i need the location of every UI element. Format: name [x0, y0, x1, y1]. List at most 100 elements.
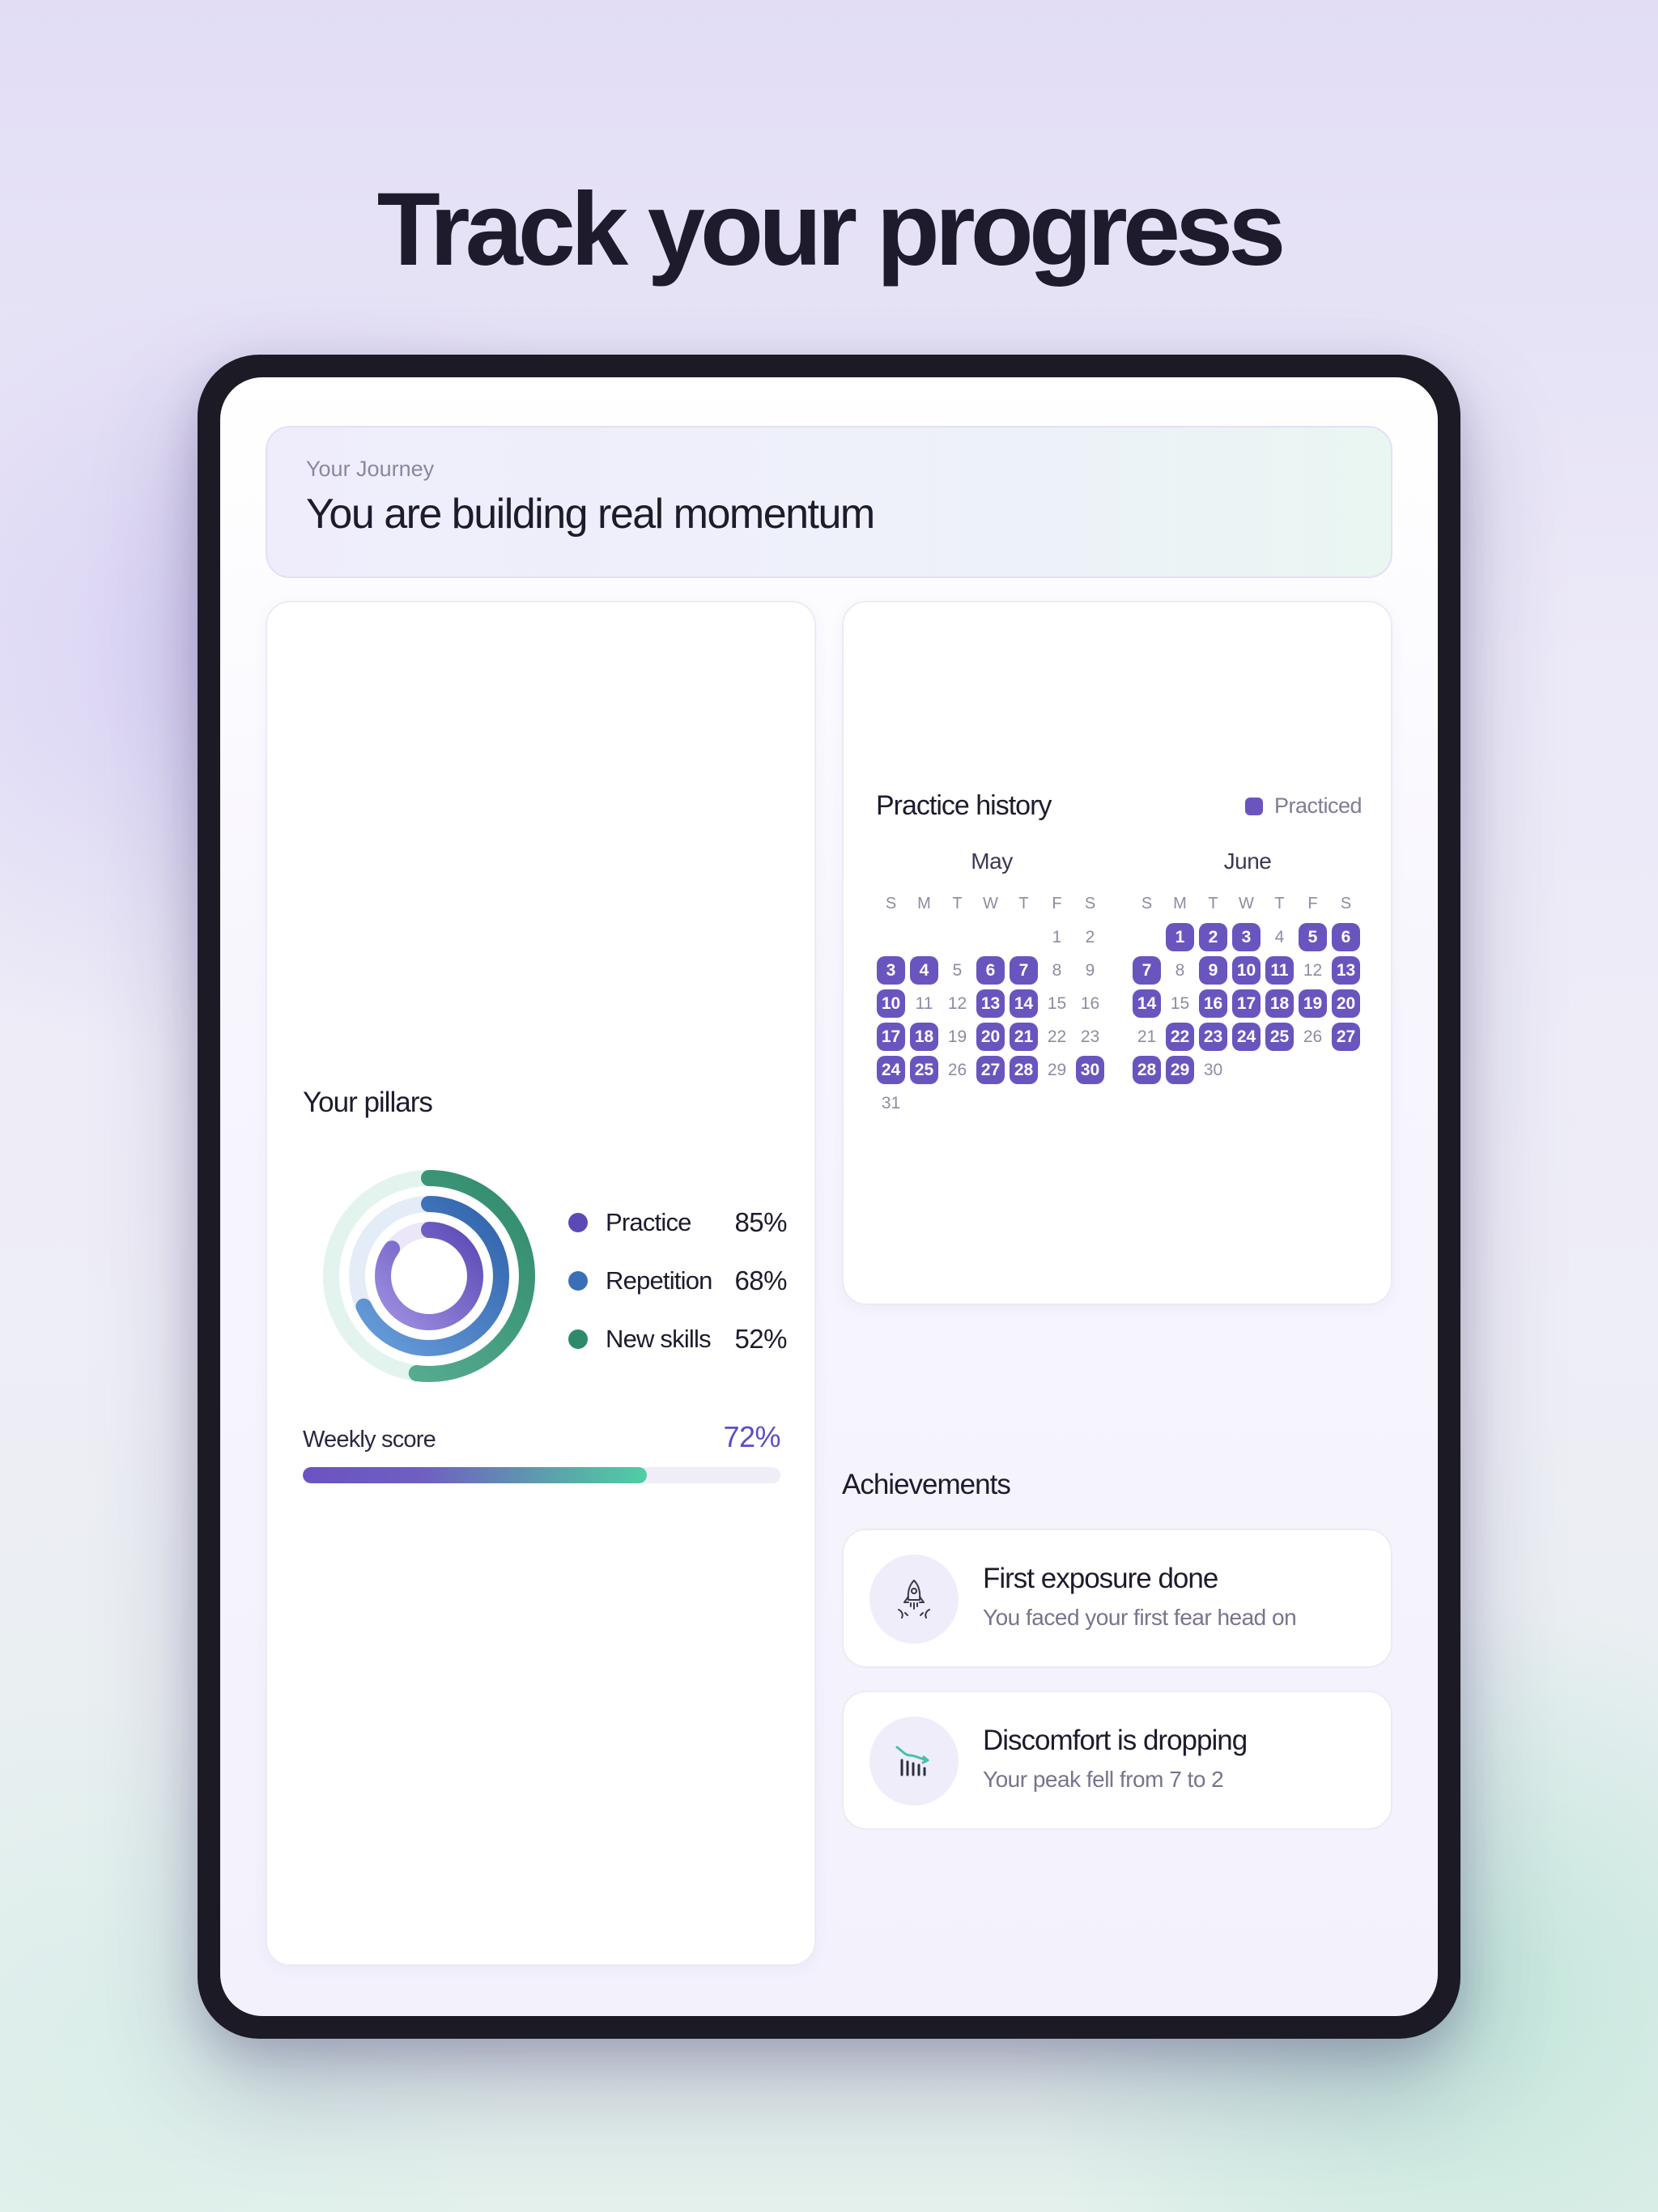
calendar-day-number: 21 [1010, 1023, 1038, 1051]
calendar-day-number: 1 [1166, 923, 1194, 951]
calendar-day-practiced[interactable]: 10 [1230, 954, 1263, 987]
calendar-day-practiced[interactable]: 23 [1197, 1020, 1230, 1053]
calendar-day-practiced[interactable]: 25 [1263, 1020, 1296, 1053]
calendar-day-practiced[interactable]: 24 [874, 1053, 908, 1087]
calendar-day-practiced[interactable]: 14 [1130, 987, 1163, 1020]
calendar-day-number: 5 [1299, 923, 1327, 951]
achievement-discomfort-dropping[interactable]: Discomfort is dropping Your peak fell fr… [842, 1691, 1392, 1830]
calendar-month-june: June S M T W T F S 1 2 3 4 5 6 7 8 9 10 11 12 13 14 15 16 17 18 1… [1130, 849, 1365, 1087]
calendar-day-number: 5 [952, 960, 963, 980]
weekly-score-fill [303, 1467, 647, 1483]
calendar-day[interactable]: 11 [908, 987, 941, 1020]
calendar-day[interactable]: 26 [1296, 1020, 1329, 1053]
calendar-day[interactable]: 26 [941, 1053, 974, 1087]
achievement-first-exposure[interactable]: First exposure done You faced your first… [842, 1529, 1392, 1668]
calendar-day-practiced[interactable]: 14 [1007, 987, 1040, 1020]
calendar-day[interactable]: 8 [1163, 954, 1197, 987]
legend-dot-repetition [568, 1271, 588, 1291]
calendar-day-practiced[interactable]: 27 [1329, 1020, 1363, 1053]
rocket-icon [869, 1555, 959, 1644]
calendar-day[interactable]: 22 [1040, 1020, 1073, 1053]
calendar-day-number: 16 [1080, 993, 1100, 1013]
calendar-day[interactable]: 16 [1073, 987, 1107, 1020]
calendar-day-practiced[interactable]: 3 [1230, 921, 1263, 954]
calendar-day-practiced[interactable]: 21 [1007, 1020, 1040, 1053]
calendar-day-practiced[interactable]: 24 [1230, 1020, 1263, 1053]
calendar-day-practiced[interactable]: 11 [1263, 954, 1296, 987]
calendar-day-number: 3 [877, 956, 905, 985]
calendar-day-number: 7 [1133, 956, 1161, 985]
legend-value: 68% [734, 1266, 787, 1295]
calendar-day-practiced[interactable]: 18 [1263, 987, 1296, 1020]
calendar-day[interactable]: 31 [874, 1087, 908, 1120]
calendar-day-number: 23 [1080, 1027, 1100, 1046]
calendar-day-number: 9 [1199, 956, 1227, 985]
calendar-day-practiced[interactable]: 3 [874, 954, 908, 987]
calendar-day[interactable]: 21 [1130, 1020, 1163, 1053]
calendar-day-number: 11 [915, 993, 933, 1013]
calendar-day-practiced[interactable]: 13 [974, 987, 1007, 1020]
calendar-day[interactable]: 15 [1040, 987, 1073, 1020]
weekday-header: F [1052, 895, 1062, 912]
calendar-day-practiced[interactable]: 6 [1329, 921, 1363, 954]
calendar-day-number: 26 [1303, 1027, 1323, 1046]
calendar-day[interactable]: 23 [1073, 1020, 1107, 1053]
calendar-day-practiced[interactable]: 1 [1163, 921, 1197, 954]
calendar-day-practiced[interactable]: 29 [1163, 1053, 1197, 1087]
calendar-day-practiced[interactable]: 28 [1130, 1053, 1163, 1087]
calendar-month-may: May S M T W T F S 1 2 3 4 5 6 7 8 9 10 11 12 13 14 15 16 17 18 19… [874, 849, 1109, 1120]
calendar-day[interactable]: 12 [941, 987, 974, 1020]
calendar-day[interactable]: 8 [1040, 954, 1073, 987]
weekly-score-label: Weekly score [303, 1427, 436, 1453]
calendar-day-practiced[interactable]: 4 [908, 954, 941, 987]
calendar-day-number: 30 [1203, 1060, 1223, 1079]
calendar-day-practiced[interactable]: 6 [974, 954, 1007, 987]
calendar-day[interactable]: 12 [1296, 954, 1329, 987]
weekday-header: F [1307, 895, 1318, 912]
calendar-day-number: 12 [1303, 960, 1323, 980]
calendar-day-number: 31 [881, 1093, 901, 1112]
calendar-day-practiced[interactable]: 13 [1329, 954, 1363, 987]
legend-row-repetition: Repetition 68% [568, 1252, 787, 1310]
calendar-day[interactable]: 30 [1197, 1053, 1230, 1087]
calendar-day-number: 27 [976, 1056, 1005, 1084]
calendar-day-practiced[interactable]: 2 [1197, 921, 1230, 954]
calendar-day-practiced[interactable]: 28 [1007, 1053, 1040, 1087]
calendar-day-number: 19 [1299, 989, 1327, 1018]
calendar-day[interactable]: 15 [1163, 987, 1197, 1020]
calendar-day-practiced[interactable]: 16 [1197, 987, 1230, 1020]
calendar-day[interactable]: 2 [1073, 921, 1107, 954]
calendar-day-practiced[interactable]: 5 [1296, 921, 1329, 954]
calendar-day-practiced[interactable]: 18 [908, 1020, 941, 1053]
achievement-desc: You faced your first fear head on [983, 1605, 1297, 1630]
calendar-day[interactable]: 4 [1263, 921, 1296, 954]
calendar-day-practiced[interactable]: 27 [974, 1053, 1007, 1087]
calendar-day-practiced[interactable]: 25 [908, 1053, 941, 1087]
calendar-day-practiced[interactable]: 7 [1130, 954, 1163, 987]
calendar-day-number: 15 [1047, 993, 1067, 1013]
practiced-legend-label: Practiced [1273, 793, 1363, 818]
calendar-day-practiced[interactable]: 20 [1329, 987, 1363, 1020]
calendar-day-practiced[interactable]: 17 [874, 1020, 908, 1053]
calendar-day-number: 14 [1133, 989, 1161, 1018]
calendar-day[interactable]: 1 [1040, 921, 1073, 954]
calendar-day-practiced[interactable]: 7 [1007, 954, 1040, 987]
calendar-day[interactable]: 5 [941, 954, 974, 987]
calendar-day-number: 22 [1166, 1023, 1194, 1051]
calendar-empty-cell [908, 921, 941, 954]
calendar-day[interactable]: 29 [1040, 1053, 1073, 1087]
calendar-day-number: 8 [1175, 960, 1185, 980]
calendar-day-practiced[interactable]: 10 [874, 987, 908, 1020]
calendar-day-practiced[interactable]: 22 [1163, 1020, 1197, 1053]
calendar-day-number: 25 [1265, 1023, 1294, 1051]
calendar-day[interactable]: 9 [1073, 954, 1107, 987]
weekday-header: S [885, 895, 897, 912]
calendar-day-practiced[interactable]: 20 [974, 1020, 1007, 1053]
calendar-day[interactable]: 19 [941, 1020, 974, 1053]
calendar-day-practiced[interactable]: 19 [1296, 987, 1329, 1020]
calendar-day-practiced[interactable]: 17 [1230, 987, 1263, 1020]
calendar-day-practiced[interactable]: 30 [1073, 1053, 1107, 1087]
calendar-day-practiced[interactable]: 9 [1197, 954, 1230, 987]
calendar-day-number: 10 [1232, 956, 1261, 985]
calendar-day-number: 3 [1232, 923, 1261, 951]
